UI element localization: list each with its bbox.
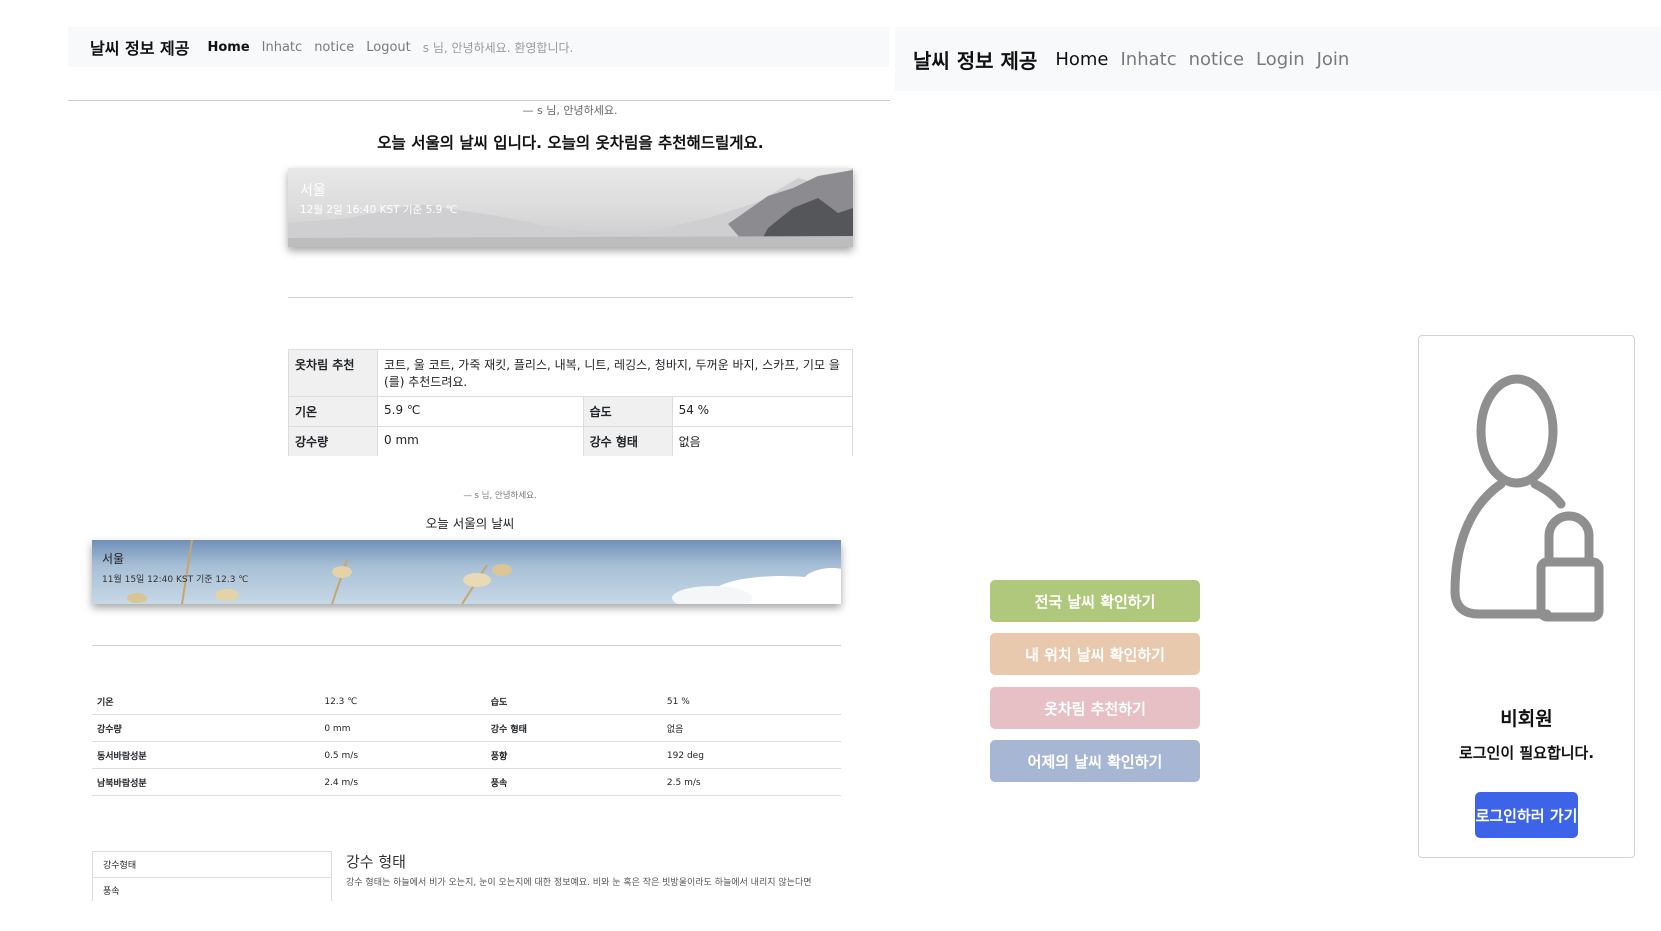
nav-link-notice[interactable]: notice: [314, 40, 354, 55]
nav-link-home[interactable]: Home: [1055, 49, 1108, 70]
table-cell: 0 mm: [319, 714, 486, 742]
city-name: 서울: [102, 552, 125, 566]
nav-link-inhatc[interactable]: Inhatc: [262, 40, 303, 55]
detail-title: 강수 형태: [346, 853, 406, 871]
section-headline: 오늘 서울의 날씨: [425, 516, 515, 531]
table-row: 기온 12.3 ℃ 습도 51 %: [92, 688, 841, 715]
detail-text: 강수 형태는 하늘에서 비가 오는지, 눈이 오는지에 대한 정보예요. 비와 …: [346, 878, 812, 888]
nav-link-notice[interactable]: notice: [1189, 49, 1244, 70]
temperature-value: 5.9 ℃: [377, 396, 584, 427]
table-row: 동서바람성분 0.5 m/s 풍향 192 deg: [92, 741, 841, 769]
nav-link-home[interactable]: Home: [207, 40, 249, 55]
temperature-label: 기온: [288, 396, 378, 427]
table-cell: 습도: [485, 688, 662, 715]
nationwide-weather-button[interactable]: 전국 날씨 확인하기: [990, 580, 1200, 622]
login-required-message: 로그인이 필요합니다.: [1458, 744, 1595, 762]
left-navbar: 날씨 정보 제공 Home Inhatc notice Logout s 님, …: [68, 27, 890, 67]
login-card: 비회원 로그인이 필요합니다. 로그인하러 가기: [1418, 335, 1635, 858]
brand-logo[interactable]: 날씨 정보 제공: [90, 35, 189, 59]
my-location-weather-button[interactable]: 내 위치 날씨 확인하기: [990, 633, 1200, 675]
observation-time: 11월 15일 12:40 KST 기준 12.3 ℃: [102, 575, 249, 585]
table-cell: 51 %: [661, 688, 841, 715]
weather-detail-table: 기온 12.3 ℃ 습도 51 % 강수량 0 mm 강수 형태 없음 동서바람…: [92, 688, 841, 796]
table-row: 남북바람성분 2.4 m/s 풍속 2.5 m/s: [92, 768, 841, 796]
weather-table: 옷차림 추천 코트, 울 코트, 가죽 재킷, 플리스, 내복, 니트, 레깅스…: [288, 349, 854, 456]
outfit-recommend-button[interactable]: 옷차림 추천하기: [990, 687, 1200, 729]
table-cell: 12.3 ℃: [319, 688, 486, 715]
info-list: 강수형태 풍속: [92, 851, 332, 901]
greeting-caption: — s 님, 안녕하세요.: [522, 104, 618, 117]
user-lock-icon: [1450, 374, 1604, 622]
precipitation-value: 0 mm: [377, 426, 584, 456]
list-item-wind-speed[interactable]: 풍속: [92, 878, 332, 901]
humidity-value: 54 %: [671, 396, 854, 427]
weather-banner: 서울 11월 15일 12:40 KST 기준 12.3 ℃: [92, 540, 841, 604]
observation-time: 12월 2일 16:40 KST 기준 5.9 ℃: [300, 204, 458, 216]
precipitation-label: 강수량: [288, 426, 378, 456]
outfit-value: 코트, 울 코트, 가죽 재킷, 플리스, 내복, 니트, 레깅스, 청바지, …: [377, 349, 853, 397]
yesterday-weather-button[interactable]: 어제의 날씨 확인하기: [990, 740, 1200, 782]
table-cell: 2.5 m/s: [661, 768, 841, 796]
table-cell: 풍향: [485, 741, 662, 769]
table-row: 강수량 0 mm 강수 형태 없음: [92, 714, 841, 742]
table-cell: 동서바람성분: [92, 741, 320, 769]
table-cell: 0.5 m/s: [319, 741, 486, 769]
precipitation-type-label: 강수 형태: [582, 426, 673, 456]
table-cell: 192 deg: [661, 741, 841, 769]
table-cell: 기온: [92, 688, 320, 715]
city-name: 서울: [300, 183, 326, 199]
nav-link-logout[interactable]: Logout: [366, 40, 411, 55]
nav-link-join[interactable]: Join: [1317, 49, 1350, 70]
weather-banner: 서울 12월 2일 16:40 KST 기준 5.9 ℃: [288, 168, 853, 247]
nav-link-inhatc[interactable]: Inhatc: [1120, 49, 1176, 70]
go-login-button[interactable]: 로그인하러 가기: [1475, 792, 1578, 838]
right-navbar: 날씨 정보 제공 Home Inhatc notice Login Join: [895, 27, 1661, 91]
precipitation-type-value: 없음: [671, 426, 854, 456]
nav-link-login[interactable]: Login: [1256, 49, 1305, 70]
table-cell: 2.4 m/s: [319, 768, 486, 796]
user-greeting: s 님, 안녕하세요. 환영합니다.: [422, 40, 574, 55]
outfit-label: 옷차림 추천: [288, 349, 378, 397]
table-cell: 남북바람성분: [92, 768, 320, 796]
table-cell: 강수량: [92, 714, 320, 742]
divider: [288, 297, 853, 298]
humidity-label: 습도: [582, 396, 673, 427]
table-cell: 풍속: [485, 768, 662, 796]
greeting-caption: — s 님, 안녕하세요.: [463, 491, 537, 501]
list-item-precipitation-type[interactable]: 강수형태: [92, 851, 332, 878]
divider: [68, 100, 890, 101]
table-cell: 강수 형태: [485, 714, 662, 742]
table-cell: 없음: [661, 714, 841, 742]
page-headline: 오늘 서울의 날씨 입니다. 오늘의 옷차림을 추천해드릴게요.: [377, 134, 764, 152]
divider: [92, 645, 841, 646]
brand-logo[interactable]: 날씨 정보 제공: [913, 45, 1037, 74]
guest-title: 비회원: [1500, 708, 1553, 730]
